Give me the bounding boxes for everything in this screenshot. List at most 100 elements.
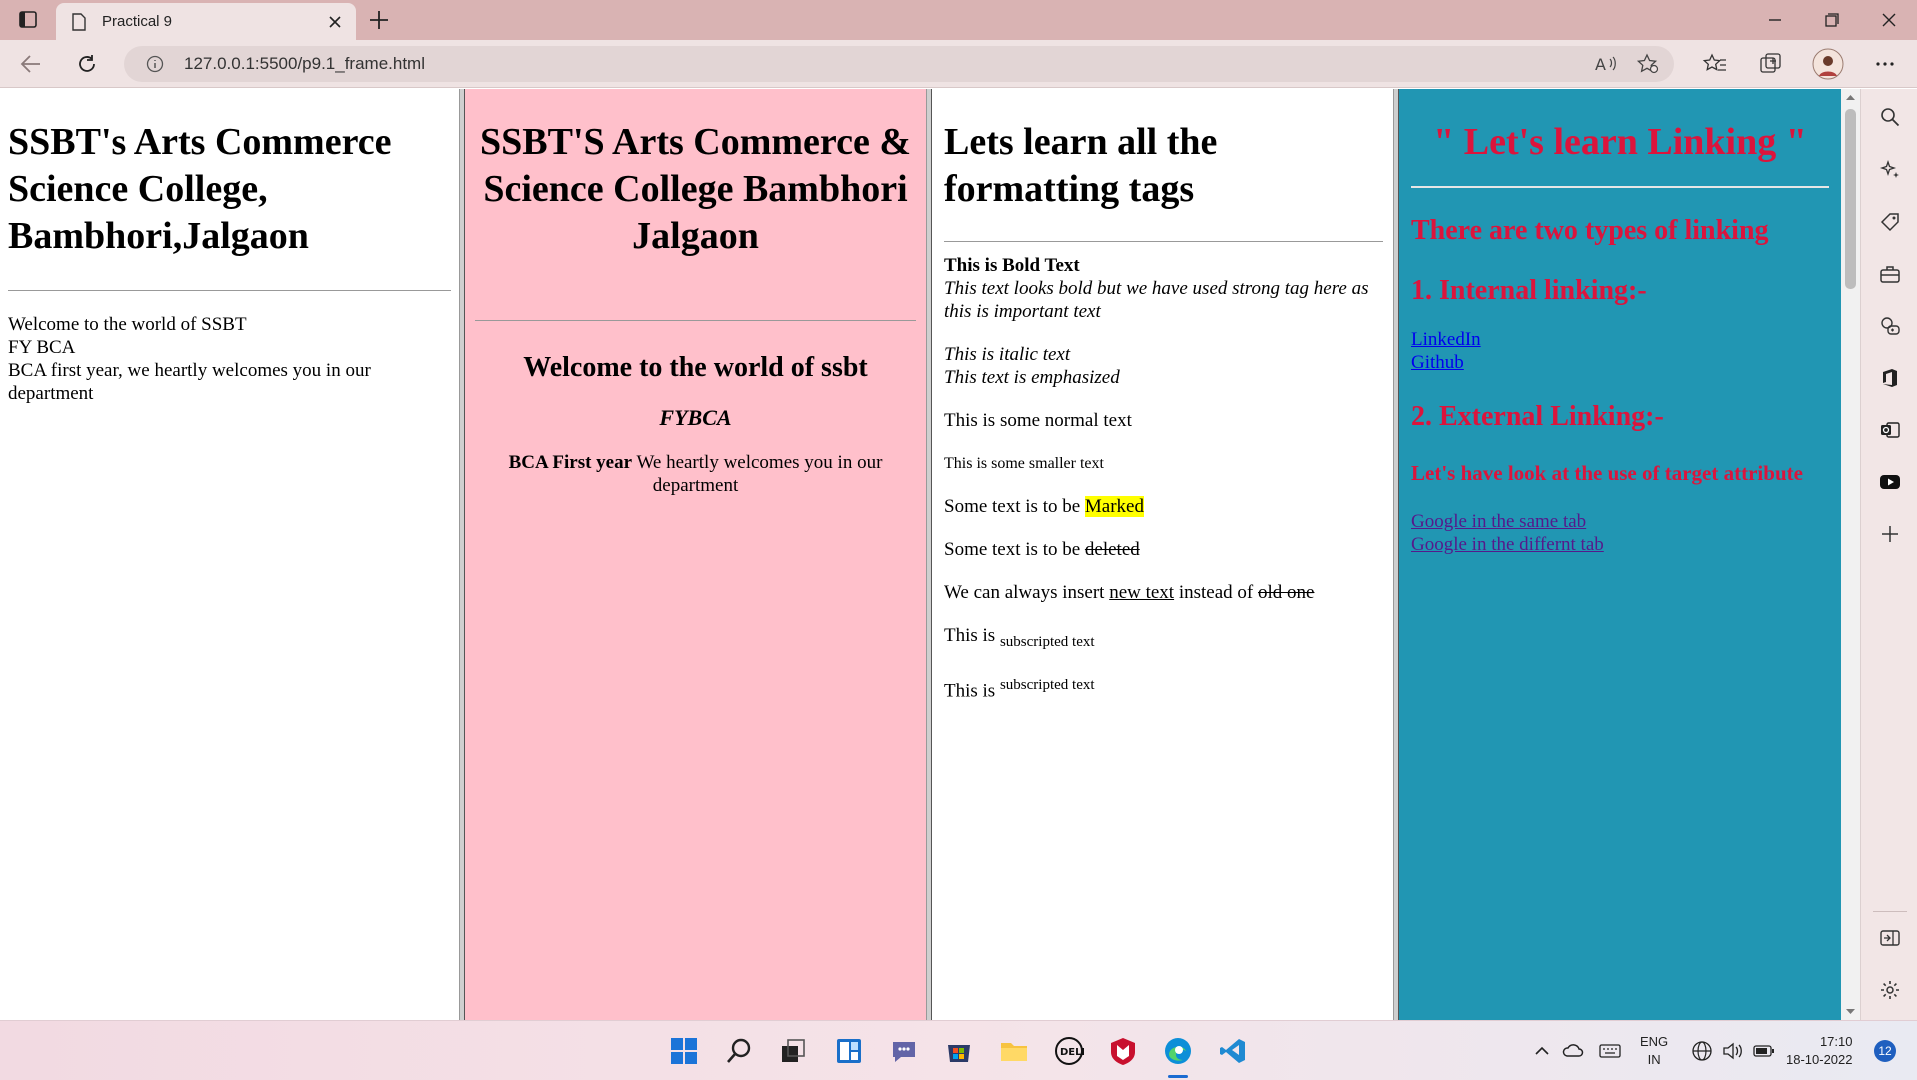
smaller-text: This is some smaller text	[944, 455, 1104, 472]
edge-sidebar	[1860, 89, 1917, 1020]
notification-badge[interactable]: 12	[1874, 1040, 1896, 1062]
close-window-button[interactable]	[1872, 6, 1906, 34]
italic-text: This is italic text	[944, 344, 1071, 365]
marked-text: Marked	[1084, 496, 1144, 517]
superscript-line: This is subscripted text	[944, 676, 1095, 702]
tab-actions-button[interactable]	[14, 8, 42, 32]
marked-line: Some text is to be Marked	[944, 496, 1144, 517]
strong-text: This text looks bold but we have used st…	[944, 278, 1369, 322]
internal-heading: 1. Internal linking:-	[1411, 275, 1647, 306]
settings-gear-icon[interactable]	[1879, 979, 1901, 1001]
welcome-paragraph: BCA First year We heartly welcomes you i…	[475, 451, 916, 497]
youtube-icon[interactable]	[1879, 471, 1901, 493]
task-view-icon[interactable]	[778, 1036, 808, 1066]
add-favorite-icon[interactable]	[1636, 53, 1660, 80]
add-sidebar-item-icon[interactable]	[1879, 523, 1901, 545]
close-tab-icon[interactable]	[324, 11, 346, 33]
search-icon[interactable]	[724, 1036, 754, 1066]
scroll-up-icon[interactable]	[1841, 91, 1860, 105]
back-button[interactable]	[18, 52, 44, 81]
site-info-icon[interactable]	[146, 55, 164, 78]
frame-2: SSBT'S Arts Commerce & Science College B…	[465, 89, 926, 1020]
discover-icon[interactable]	[1879, 159, 1901, 181]
minimize-button[interactable]	[1758, 6, 1792, 34]
tab-actions-icon	[19, 11, 37, 28]
active-app-indicator	[1168, 1075, 1188, 1078]
external-heading: 2. External Linking:-	[1411, 401, 1664, 432]
restore-button[interactable]	[1814, 6, 1848, 34]
keyboard-icon[interactable]	[1598, 1039, 1622, 1063]
page-icon	[72, 13, 86, 36]
windows-taskbar: DELL ENG IN 17:10 18-10-2022 12	[0, 1020, 1917, 1080]
scrollbar-thumb[interactable]	[1845, 109, 1856, 289]
url-text: 127.0.0.1:5500/p9.1_frame.html	[184, 54, 425, 73]
battery-icon[interactable]	[1752, 1039, 1776, 1063]
welcome-text: Welcome to the world of SSBT FY BCA BCA …	[8, 313, 451, 405]
url-field[interactable]: 127.0.0.1:5500/p9.1_frame.html A	[124, 46, 1674, 82]
language-indicator[interactable]: ENG IN	[1640, 1033, 1668, 1069]
teams-chat-icon[interactable]	[889, 1036, 919, 1066]
reload-button[interactable]	[74, 52, 100, 81]
collections-icon[interactable]	[1758, 52, 1784, 81]
profile-avatar[interactable]	[1812, 48, 1844, 85]
favorites-icon[interactable]	[1702, 52, 1728, 81]
more-options-icon[interactable]	[1872, 52, 1898, 81]
browser-tab[interactable]: Practical 9	[56, 3, 356, 40]
microsoft-store-icon[interactable]	[944, 1036, 974, 1066]
formatting-heading: Lets learn all the formatting tags	[944, 121, 1218, 210]
mcafee-icon[interactable]	[1108, 1036, 1138, 1066]
file-explorer-icon[interactable]	[999, 1036, 1029, 1066]
hide-sidebar-icon[interactable]	[1879, 927, 1901, 949]
tools-briefcase-icon[interactable]	[1879, 263, 1901, 285]
github-link[interactable]: Github	[1411, 351, 1829, 374]
target-heading: Let's have look at the use of target att…	[1411, 461, 1803, 485]
subscript-text: subscripted text	[999, 633, 1095, 650]
chevron-up-icon[interactable]	[1532, 1041, 1552, 1061]
svg-text:A: A	[1595, 55, 1606, 74]
new-tab-button[interactable]	[366, 7, 392, 33]
widgets-icon[interactable]	[834, 1036, 864, 1066]
frameset: SSBT's Arts Commerce Science College, Ba…	[0, 89, 1860, 1020]
page-scrollbar[interactable]	[1841, 89, 1860, 1020]
dell-icon[interactable]: DELL	[1054, 1036, 1089, 1066]
welcome-subheading: Welcome to the world of ssbt	[523, 352, 868, 383]
bold-year: BCA First year	[508, 452, 633, 473]
office-icon[interactable]	[1879, 367, 1901, 389]
college-heading: SSBT's Arts Commerce Science College, Ba…	[8, 121, 392, 257]
onedrive-cloud-icon[interactable]	[1562, 1039, 1586, 1063]
sidebar-separator	[1873, 911, 1907, 912]
shopping-tag-icon[interactable]	[1879, 211, 1901, 233]
search-icon[interactable]	[1879, 106, 1901, 128]
bold-text: This is Bold Text	[944, 255, 1080, 276]
types-heading: There are two types of linking	[1411, 215, 1769, 246]
superscript-text: subscripted text	[999, 676, 1095, 693]
scroll-down-icon[interactable]	[1841, 1004, 1860, 1018]
course-label: FYBCA	[659, 405, 732, 430]
tab-title: Practical 9	[102, 13, 173, 30]
outlook-icon[interactable]	[1879, 419, 1901, 441]
edge-browser-icon[interactable]	[1163, 1036, 1193, 1066]
frame-3: Lets learn all the formatting tags This …	[932, 89, 1393, 1020]
google-new-tab-link[interactable]: Google in the differnt tab	[1411, 533, 1829, 556]
linkedin-link[interactable]: LinkedIn	[1411, 328, 1829, 351]
language-code: ENG	[1640, 1034, 1669, 1049]
external-links: Google in the same tab Google in the dif…	[1411, 510, 1829, 556]
games-icon[interactable]	[1879, 315, 1901, 337]
volume-icon[interactable]	[1720, 1039, 1744, 1063]
clock[interactable]: 17:10 18-10-2022	[1786, 1033, 1853, 1069]
emphasized-text: This text is emphasized	[944, 367, 1120, 388]
plus-icon	[370, 11, 388, 29]
google-same-tab-link[interactable]: Google in the same tab	[1411, 510, 1829, 533]
college-heading: SSBT'S Arts Commerce & Science College B…	[480, 121, 911, 257]
reload-icon	[79, 55, 95, 72]
welcome-line-2: FY BCA	[8, 337, 76, 358]
deleted-text: deleted	[1084, 539, 1140, 560]
windows-start-icon[interactable]	[669, 1036, 699, 1066]
vscode-icon[interactable]	[1218, 1036, 1248, 1066]
deleted-line: Some text is to be deleted	[944, 539, 1140, 560]
network-globe-icon[interactable]	[1690, 1039, 1714, 1063]
frame-1: SSBT's Arts Commerce Science College, Ba…	[0, 89, 459, 1020]
read-aloud-icon[interactable]: A	[1594, 53, 1618, 80]
clock-time: 17:10	[1819, 1034, 1853, 1049]
back-arrow-icon	[20, 55, 40, 73]
